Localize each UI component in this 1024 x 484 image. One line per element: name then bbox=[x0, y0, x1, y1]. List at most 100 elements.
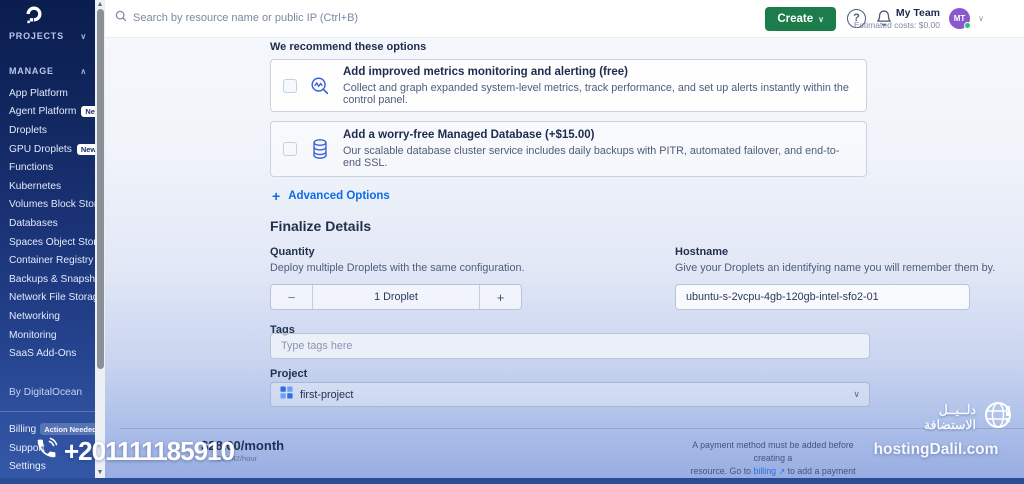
option-texts: Add a worry-free Managed Database (+$15.… bbox=[343, 129, 854, 169]
scrollbar-thumb[interactable] bbox=[96, 9, 104, 369]
scrollbar-down-arrow-icon[interactable]: ▼ bbox=[96, 469, 104, 477]
plus-icon: + bbox=[272, 188, 281, 204]
sidebar-item-monitoring[interactable]: Monitoring bbox=[9, 326, 95, 345]
sidebar-item-networking[interactable]: Networking bbox=[9, 307, 95, 326]
sidebar-item-container-registry[interactable]: Container Registry bbox=[9, 251, 95, 270]
sidebar-item-label: Droplets bbox=[9, 124, 47, 136]
estimated-costs: Estimated costs: $0.00 bbox=[854, 20, 940, 30]
sidebar-item-support[interactable]: Support bbox=[9, 439, 95, 458]
droplet-create-page: PROJECTS ∨ MANAGE ∧ App Platform Agent P… bbox=[0, 0, 1024, 484]
sidebar-item-label: Billing bbox=[9, 423, 37, 435]
sidebar-divider bbox=[0, 411, 95, 412]
sidebar-item-label: Functions bbox=[9, 162, 54, 174]
hourly-price: $0.042/hour bbox=[217, 454, 258, 463]
monthly-price: $28.00/month bbox=[201, 438, 285, 453]
quantity-stepper: − 1 Droplet + bbox=[270, 284, 522, 310]
top-navigation-bar: Create ∨ ? My Team Estimated costs: $0.0… bbox=[105, 0, 1024, 38]
sidebar-item-databases[interactable]: Databases bbox=[9, 214, 95, 233]
vertical-scrollbar[interactable]: ▲ ▼ bbox=[95, 0, 105, 484]
sidebar-item-backups-snapshots[interactable]: Backups & Snapshots bbox=[9, 270, 109, 289]
sidebar-item-label: SaaS Add-Ons bbox=[9, 348, 77, 360]
option-texts: Add improved metrics monitoring and aler… bbox=[343, 66, 854, 106]
sidebar-item-droplets[interactable]: Droplets bbox=[9, 121, 95, 140]
database-icon bbox=[307, 138, 333, 160]
scrollbar-up-arrow-icon[interactable]: ▲ bbox=[96, 1, 104, 9]
quantity-label: Quantity bbox=[270, 246, 315, 258]
option-description: Collect and graph expanded system-level … bbox=[343, 81, 849, 106]
search-icon bbox=[115, 9, 127, 27]
sidebar-item-billing[interactable]: Billing Action Needed bbox=[9, 420, 101, 439]
sidebar-item-spaces-object-storage[interactable]: Spaces Object Storage bbox=[9, 233, 114, 252]
by-digitalocean-label: By DigitalOcean bbox=[9, 387, 83, 398]
sidebar: PROJECTS ∨ MANAGE ∧ App Platform Agent P… bbox=[0, 0, 114, 484]
option-title: Add a worry-free Managed Database (+$15.… bbox=[343, 129, 595, 141]
database-checkbox[interactable] bbox=[283, 142, 297, 156]
sidebar-item-app-platform[interactable]: App Platform bbox=[9, 84, 95, 103]
sidebar-item-label: Kubernetes bbox=[9, 180, 62, 192]
advanced-options-toggle[interactable]: + Advanced Options bbox=[272, 188, 390, 204]
recommend-heading: We recommend these options bbox=[270, 41, 427, 53]
quantity-decrement-button[interactable]: − bbox=[271, 285, 313, 309]
advanced-options-label: Advanced Options bbox=[288, 190, 390, 202]
team-name: My Team bbox=[895, 7, 940, 19]
action-needed-badge: Action Needed bbox=[40, 423, 101, 436]
manage-label: MANAGE bbox=[9, 66, 54, 76]
project-select[interactable]: first-project ∨ bbox=[270, 382, 870, 407]
sidebar-item-network-file-storage[interactable]: Network File Storage bbox=[9, 289, 104, 308]
sidebar-section-projects[interactable]: PROJECTS ∨ bbox=[9, 31, 87, 41]
option-card-managed-database[interactable]: Add a worry-free Managed Database (+$15.… bbox=[270, 121, 867, 177]
sidebar-item-agent-platform[interactable]: Agent Platform New bbox=[9, 103, 105, 122]
account-info: My Team Estimated costs: $0.00 bbox=[854, 7, 940, 30]
sidebar-item-label: Settings bbox=[9, 461, 46, 473]
search-input[interactable] bbox=[133, 12, 433, 24]
project-value: first-project bbox=[300, 388, 354, 401]
main-area: Create ∨ ? My Team Estimated costs: $0.0… bbox=[105, 0, 1024, 484]
quantity-increment-button[interactable]: + bbox=[479, 285, 521, 309]
tags-input[interactable] bbox=[270, 333, 870, 359]
hostname-label: Hostname bbox=[675, 246, 729, 258]
digitalocean-logo-icon[interactable] bbox=[24, 4, 44, 29]
metrics-monitoring-icon bbox=[307, 75, 333, 97]
account-chevron-down-icon[interactable]: ∨ bbox=[978, 14, 984, 23]
option-description: Our scalable database cluster service in… bbox=[343, 145, 840, 169]
project-label: Project bbox=[270, 368, 308, 380]
create-button-label: Create bbox=[777, 13, 814, 25]
sidebar-item-label: Monitoring bbox=[9, 329, 57, 341]
sidebar-item-functions[interactable]: Functions bbox=[9, 158, 95, 177]
quantity-value: 1 Droplet bbox=[374, 291, 418, 303]
payment-note-line1: A payment method must be added before cr… bbox=[692, 440, 854, 463]
projects-label: PROJECTS bbox=[9, 31, 64, 41]
sidebar-section-manage[interactable]: MANAGE ∧ bbox=[9, 66, 87, 76]
sidebar-item-volumes-block-storage[interactable]: Volumes Block Storage bbox=[9, 196, 114, 215]
sidebar-item-label: Databases bbox=[9, 217, 58, 229]
sidebar-item-label: App Platform bbox=[9, 87, 68, 99]
sidebar-footer-nav: BillingAction Needed Support Settings AP… bbox=[9, 420, 101, 484]
sidebar-item-label: Container Registry bbox=[9, 255, 94, 267]
sidebar-item-saas-add-ons[interactable]: SaaS Add-Ons bbox=[9, 344, 95, 363]
sidebar-item-label: Agent Platform bbox=[9, 106, 77, 118]
sidebar-item-settings[interactable]: Settings bbox=[9, 458, 95, 477]
option-title: Add improved metrics monitoring and aler… bbox=[343, 65, 628, 78]
metrics-checkbox[interactable] bbox=[283, 78, 297, 93]
select-chevron-down-icon: ∨ bbox=[853, 389, 860, 399]
finalize-details-heading: Finalize Details bbox=[270, 218, 372, 234]
sidebar-item-label: GPU Droplets bbox=[9, 143, 72, 155]
chevron-down-icon: ∨ bbox=[80, 31, 87, 41]
bottom-edge-strip bbox=[0, 478, 1024, 484]
sidebar-item-gpu-droplets[interactable]: GPU Droplets New bbox=[9, 140, 101, 159]
online-status-dot bbox=[964, 22, 971, 29]
hostname-input[interactable] bbox=[675, 284, 970, 310]
sidebar-item-kubernetes[interactable]: Kubernetes bbox=[9, 177, 95, 196]
quantity-helper: Deploy multiple Droplets with the same c… bbox=[270, 262, 525, 274]
chevron-down-icon: ∨ bbox=[818, 14, 824, 24]
billing-link[interactable]: billing bbox=[753, 466, 776, 476]
global-search bbox=[115, 9, 445, 27]
option-card-metrics[interactable]: Add improved metrics monitoring and aler… bbox=[270, 59, 867, 112]
sidebar-item-label: Network File Storage bbox=[9, 292, 105, 304]
sidebar-item-label: Backups & Snapshots bbox=[9, 273, 109, 285]
sidebar-nav: App Platform Agent Platform New Droplets … bbox=[9, 84, 114, 363]
create-button[interactable]: Create ∨ bbox=[765, 7, 836, 31]
footer-divider bbox=[120, 428, 1024, 429]
project-grid-icon bbox=[280, 385, 293, 404]
sidebar-item-label: Support bbox=[9, 442, 45, 454]
